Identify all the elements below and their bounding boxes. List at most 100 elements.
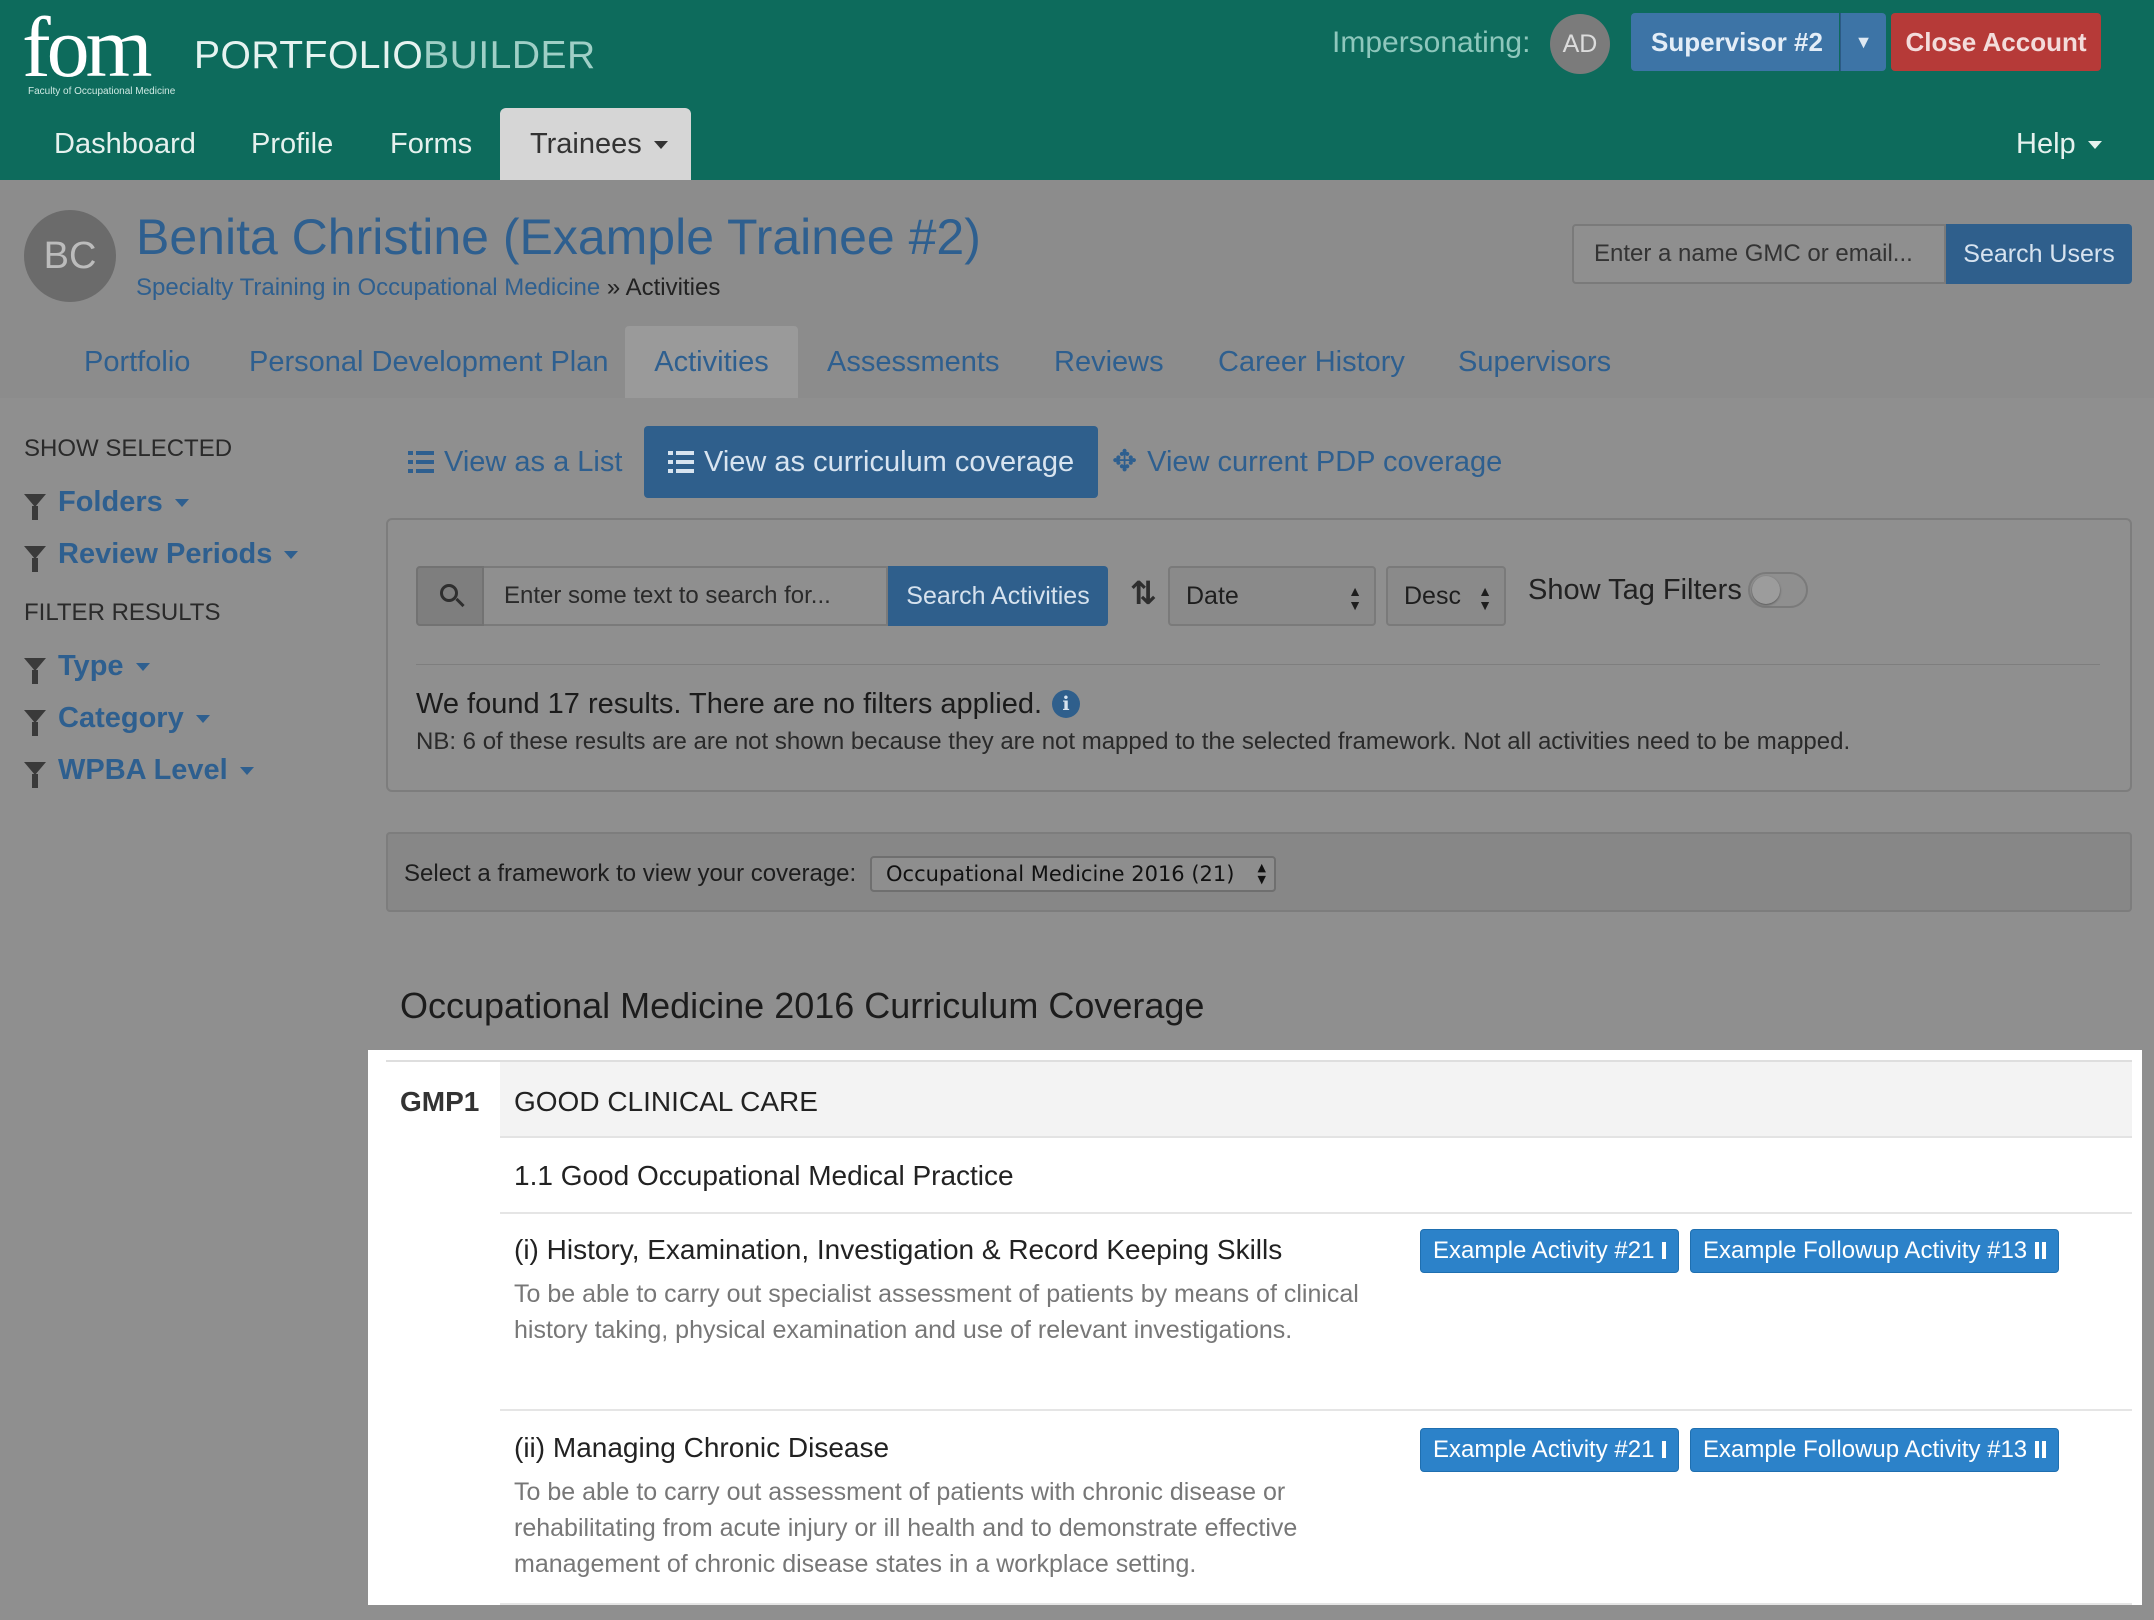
gmp-name: GOOD CLINICAL CARE [514, 1086, 818, 1117]
activity-badge[interactable]: Example Followup Activity #13 [1690, 1428, 2060, 1472]
level-bar-icon [2035, 1441, 2040, 1458]
logo-text: fom [22, 0, 153, 95]
framework-select[interactable]: Occupational Medicine 2016 (21) ▲ ▼ [870, 856, 1276, 892]
level-bar-icon [1662, 1242, 1667, 1259]
search-activities-button[interactable]: Search Activities [888, 566, 1108, 626]
filter-icon [24, 658, 46, 684]
select-arrows-icon: ▲ ▼ [1348, 583, 1362, 613]
nav-dashboard[interactable]: Dashboard [54, 108, 196, 180]
filter-wpba-level[interactable]: WPBA Level [24, 754, 254, 788]
sort-order-select[interactable]: Desc ▲ ▼ [1386, 566, 1506, 626]
brand-part2: BUILDER [423, 34, 596, 77]
trainee-avatar: BC [24, 210, 116, 302]
results-text: We found 17 results. There are no filter… [416, 688, 1043, 720]
tab-career-history[interactable]: Career History [1218, 326, 1405, 398]
tag-filters-toggle[interactable] [1748, 572, 1808, 608]
select-arrows-icon: ▲ ▼ [1257, 861, 1266, 886]
caret-down-icon [653, 141, 668, 149]
help-label: Help [2016, 128, 2076, 160]
activity-badge-label: Example Activity #21 [1433, 1237, 1655, 1264]
impersonating-avatar: AD [1550, 14, 1610, 74]
view-pdp-coverage-button[interactable]: ✥ View current PDP coverage [1112, 426, 1502, 498]
search-users-button[interactable]: Search Users [1946, 224, 2132, 284]
filter-category[interactable]: Category [24, 702, 210, 736]
tab-reviews[interactable]: Reviews [1054, 326, 1164, 398]
select-arrows-icon: ▲ ▼ [1478, 583, 1492, 613]
view-as-list-button[interactable]: View as a List [408, 426, 622, 498]
page-title[interactable]: Benita Christine (Example Trainee #2) [136, 208, 981, 266]
filter-review-periods[interactable]: Review Periods [24, 538, 299, 572]
logo-subtitle: Faculty of Occupational Medicine [28, 86, 176, 97]
search-icon-addon [416, 566, 484, 626]
filter-review-periods-label: Review Periods [58, 538, 273, 570]
nav-profile[interactable]: Profile [251, 108, 333, 180]
activity-badge[interactable]: Example Activity #21 [1420, 1428, 1680, 1472]
coverage-title: Occupational Medicine 2016 Curriculum Co… [400, 985, 1205, 1026]
filter-folders-label: Folders [58, 486, 163, 518]
tab-pdp[interactable]: Personal Development Plan [249, 326, 608, 398]
breadcrumb-separator: » [606, 274, 621, 301]
level-bar-icon [2035, 1242, 2040, 1259]
filter-wpba-level-label: WPBA Level [58, 754, 228, 786]
activity-badge[interactable]: Example Followup Activity #13 [1690, 1229, 2060, 1273]
filter-icon [24, 710, 46, 736]
gmp-code: GMP1 [400, 1086, 480, 1117]
view-as-list-label: View as a List [444, 446, 623, 478]
list-icon [668, 451, 694, 473]
breadcrumb-current: Activities [625, 274, 721, 301]
supervisor-dropdown-toggle[interactable]: ▼ [1840, 13, 1886, 71]
competency-title: (i) History, Examination, Investigation … [514, 1234, 1283, 1265]
sort-icon: ⇅ [1130, 575, 1157, 611]
show-tag-filters-label: Show Tag Filters [1528, 574, 1742, 606]
nav-trainees-label: Trainees [530, 128, 642, 160]
fom-logo[interactable]: fom Faculty of Occupational Medicine [22, 0, 176, 97]
competency-description: To be able to carry out specialist asses… [514, 1280, 1359, 1344]
close-account-button[interactable]: Close Account [1891, 13, 2101, 71]
activity-badge-label: Example Followup Activity #13 [1703, 1436, 2028, 1463]
tab-activities[interactable]: Activities [625, 326, 798, 398]
supervisor-button[interactable]: Supervisor #2 [1631, 13, 1839, 71]
filter-category-label: Category [58, 702, 184, 734]
row-divider [500, 1409, 2132, 1411]
activity-badge-label: Example Activity #21 [1433, 1436, 1655, 1463]
framework-selected-value: Occupational Medicine 2016 (21) [886, 862, 1235, 886]
view-curriculum-label: View as curriculum coverage [704, 446, 1075, 478]
filter-results-heading: FILTER RESULTS [24, 599, 221, 626]
brand-name[interactable]: PORTFOLIOBUILDER [194, 34, 596, 78]
level-bar-icon [1662, 1441, 1667, 1458]
view-curriculum-coverage-button[interactable]: View as curriculum coverage [644, 426, 1099, 498]
brand-part1: PORTFOLIO [194, 34, 424, 77]
help-menu[interactable]: Help [2016, 108, 2102, 180]
sort-order-value: Desc [1404, 582, 1461, 610]
sort-field-select[interactable]: Date ▲ ▼ [1168, 566, 1376, 626]
section-title: 1.1 Good Occupational Medical Practice [514, 1160, 1014, 1191]
activity-badge[interactable]: Example Activity #21 [1420, 1229, 1680, 1273]
nav-forms[interactable]: Forms [390, 108, 472, 180]
tab-assessments[interactable]: Assessments [827, 326, 999, 398]
search-users-input[interactable]: Enter a name GMC or email... [1572, 224, 1946, 284]
breadcrumb: Specialty Training in Occupational Medic… [136, 274, 720, 302]
sort-field-value: Date [1186, 582, 1239, 610]
caret-down-icon [2087, 141, 2102, 149]
level-bar-icon [2042, 1441, 2047, 1458]
caret-down-icon [135, 663, 150, 671]
level-bar-icon [2042, 1242, 2047, 1259]
tab-portfolio[interactable]: Portfolio [84, 326, 190, 398]
framework-label: Select a framework to view your coverage… [404, 860, 857, 887]
breadcrumb-link[interactable]: Specialty Training in Occupational Medic… [136, 274, 600, 301]
info-icon[interactable]: i [1052, 690, 1081, 718]
filter-folders[interactable]: Folders [24, 486, 189, 520]
caret-down-icon [239, 767, 254, 775]
results-summary: We found 17 results. There are no filter… [416, 688, 1081, 721]
row-divider [500, 1603, 2132, 1605]
tab-supervisors[interactable]: Supervisors [1458, 326, 1611, 398]
nav-trainees[interactable]: Trainees [500, 108, 691, 180]
filter-icon [24, 762, 46, 788]
list-icon [408, 451, 434, 473]
activity-badge-label: Example Followup Activity #13 [1703, 1237, 2028, 1264]
search-activities-input[interactable]: Enter some text to search for... [484, 566, 888, 626]
caret-down-icon [284, 551, 299, 559]
filter-icon [24, 546, 46, 572]
filter-type[interactable]: Type [24, 650, 150, 684]
show-selected-heading: SHOW SELECTED [24, 435, 233, 462]
